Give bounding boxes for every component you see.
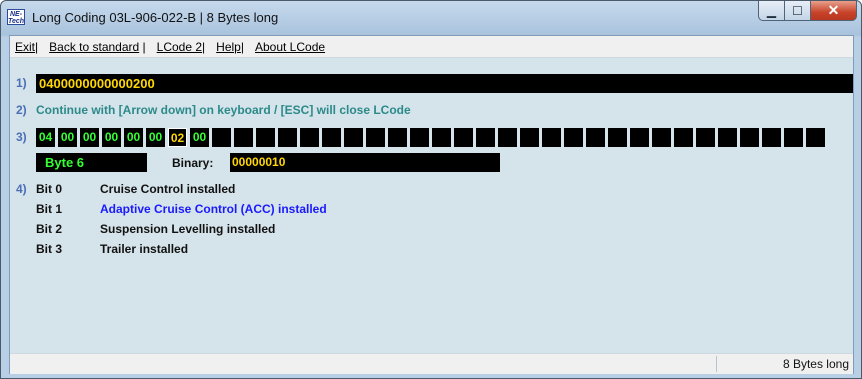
status-separator <box>716 356 717 372</box>
app-window: NE-Tech Long Coding 03L-906-022-B | 8 By… <box>0 0 862 379</box>
selected-byte-label: Byte 6 <box>36 153 147 172</box>
bit-description: Trailer installed <box>100 242 189 256</box>
title-bar[interactable]: NE-Tech Long Coding 03L-906-022-B | 8 By… <box>1 1 861 35</box>
window-controls: ▁ ☐ ✕ <box>758 1 857 23</box>
menu-lcode2[interactable]: LCode 2| <box>152 40 212 54</box>
byte-cell[interactable]: 02 <box>168 128 187 147</box>
bit-name: Bit 0 <box>36 182 63 196</box>
step-1-label: 1) <box>16 76 27 90</box>
empty-byte-cell[interactable] <box>278 128 297 147</box>
menu-about[interactable]: About LCode <box>250 40 331 54</box>
bit-description: Suspension Levelling installed <box>100 222 276 236</box>
empty-byte-cell[interactable] <box>212 128 231 147</box>
bit-description: Adaptive Cruise Control (ACC) installed <box>100 202 327 216</box>
bit-name: Bit 2 <box>36 222 63 236</box>
client-area: Exit| Back to standard | LCode 2| Help| … <box>9 35 854 374</box>
empty-byte-cell[interactable] <box>234 128 253 147</box>
app-icon[interactable]: NE-Tech <box>7 9 25 25</box>
byte-cell[interactable]: 00 <box>190 128 209 147</box>
empty-byte-cell[interactable] <box>322 128 341 147</box>
byte-grid: 04 00 00 00 00 00 02 00 <box>36 128 828 147</box>
empty-byte-cell[interactable] <box>564 128 583 147</box>
empty-byte-cell[interactable] <box>300 128 319 147</box>
byte-cell[interactable]: 00 <box>146 128 165 147</box>
coding-value-field[interactable]: 0400000000000200 <box>36 74 853 93</box>
byte-cell[interactable]: 00 <box>80 128 99 147</box>
empty-byte-cell[interactable] <box>586 128 605 147</box>
empty-byte-cell[interactable] <box>498 128 517 147</box>
empty-byte-cell[interactable] <box>410 128 429 147</box>
menu-bar: Exit| Back to standard | LCode 2| Help| … <box>10 36 853 58</box>
empty-byte-cell[interactable] <box>718 128 737 147</box>
empty-byte-cell[interactable] <box>344 128 363 147</box>
empty-byte-cell[interactable] <box>696 128 715 147</box>
byte-cell[interactable]: 00 <box>58 128 77 147</box>
close-icon: ✕ <box>827 2 840 18</box>
empty-byte-cell[interactable] <box>366 128 385 147</box>
instruction-text: Continue with [Arrow down] on keyboard /… <box>36 103 411 117</box>
empty-byte-cell[interactable] <box>388 128 407 147</box>
empty-byte-cell[interactable] <box>784 128 803 147</box>
bit-name: Bit 3 <box>36 242 63 256</box>
byte-cell[interactable]: 00 <box>102 128 121 147</box>
bit-name: Bit 1 <box>36 202 63 216</box>
maximize-icon: ☐ <box>792 3 803 18</box>
empty-byte-cell[interactable] <box>454 128 473 147</box>
step-3-label: 3) <box>16 130 27 144</box>
empty-byte-cell[interactable] <box>608 128 627 147</box>
empty-byte-cell[interactable] <box>630 128 649 147</box>
binary-label: Binary: <box>172 156 214 170</box>
step-4-label: 4) <box>16 182 27 196</box>
menu-help[interactable]: Help| <box>211 40 250 54</box>
window-title: Long Coding 03L-906-022-B | 8 Bytes long <box>32 10 279 25</box>
empty-byte-cell[interactable] <box>740 128 759 147</box>
step-2-label: 2) <box>16 103 27 117</box>
empty-byte-cell[interactable] <box>542 128 561 147</box>
empty-byte-cell[interactable] <box>762 128 781 147</box>
empty-byte-cell[interactable] <box>256 128 275 147</box>
close-button[interactable]: ✕ <box>811 1 857 21</box>
status-bar: 8 Bytes long <box>10 353 853 374</box>
status-text: 8 Bytes long <box>782 357 849 371</box>
minimize-button[interactable]: ▁ <box>758 1 785 21</box>
empty-byte-cell[interactable] <box>476 128 495 147</box>
empty-byte-cell[interactable] <box>806 128 825 147</box>
empty-byte-cell[interactable] <box>674 128 693 147</box>
bit-description: Cruise Control installed <box>100 182 236 196</box>
menu-back-to-standard[interactable]: Back to standard | <box>44 40 152 54</box>
minimize-icon: ▁ <box>766 3 777 18</box>
empty-byte-cell[interactable] <box>432 128 451 147</box>
binary-value-field: 00000010 <box>230 153 500 172</box>
empty-byte-cell[interactable] <box>652 128 671 147</box>
maximize-button[interactable]: ☐ <box>785 1 811 21</box>
byte-cell[interactable]: 00 <box>124 128 143 147</box>
menu-exit[interactable]: Exit| <box>10 40 44 54</box>
byte-cell[interactable]: 04 <box>36 128 55 147</box>
app-icon-text: NE-Tech <box>8 11 25 25</box>
empty-byte-cell[interactable] <box>520 128 539 147</box>
